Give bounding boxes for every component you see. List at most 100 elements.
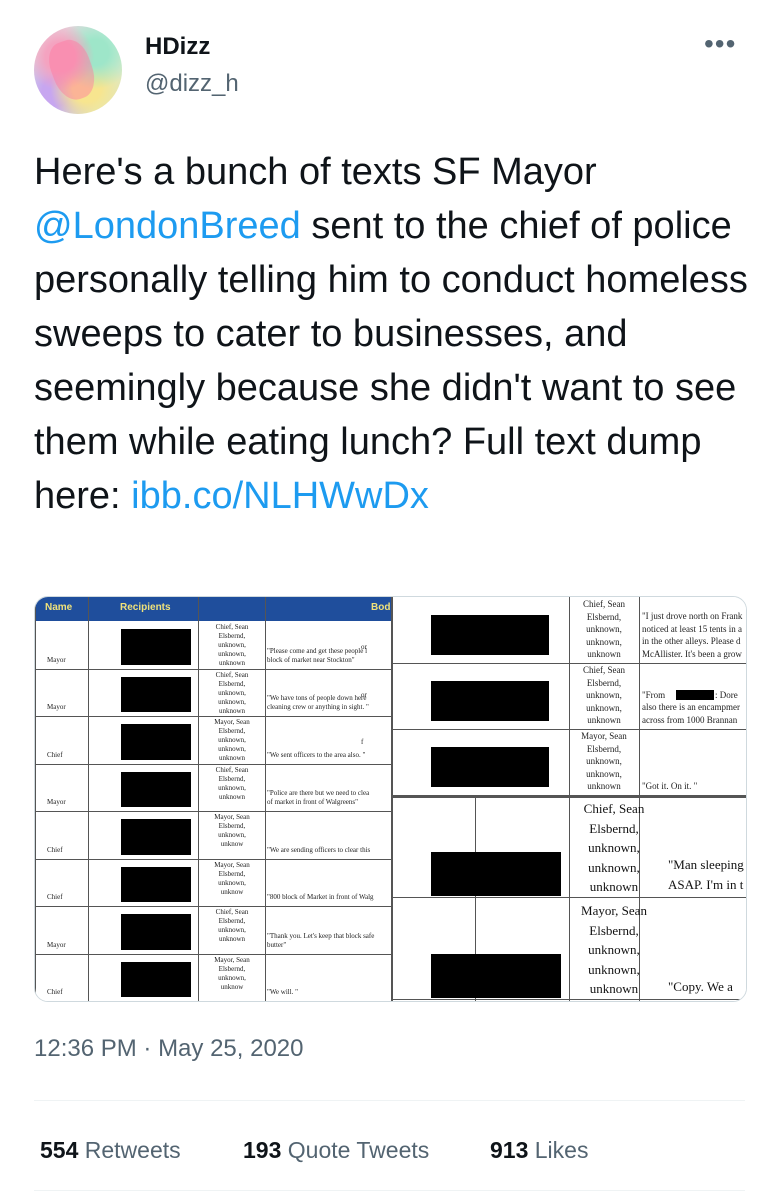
body-overflow-text: f (361, 738, 364, 746)
body-line: "Copy. We a (668, 978, 733, 994)
body-line: "Thank you. Let's keep that block safe (267, 931, 375, 940)
grid-hline (393, 663, 746, 664)
row-name: Chief (47, 988, 63, 996)
recipient-line: unknown (587, 649, 621, 659)
row-name: Mayor (47, 703, 66, 711)
body-line: also there is an encampmer (642, 702, 740, 712)
row-name: Mayor (47, 798, 66, 806)
body-line: "Man sleeping (668, 857, 744, 872)
grid-vline (265, 597, 266, 1001)
author-avatar[interactable] (34, 26, 122, 114)
recipient-line: unknown, (218, 641, 246, 649)
recipient-line: Mayor, Sean (214, 860, 250, 869)
recipient-line: unknown, (218, 926, 246, 934)
body-line: : Dore (715, 689, 738, 700)
recipient-line: unknown (218, 935, 246, 943)
grid-hline (35, 668, 391, 670)
recipient-line: unknown, (586, 636, 622, 647)
body-line: "Police are there but we need to clea (267, 789, 370, 797)
tweet-media-image[interactable]: Name Recipients Bod Mayor Chief, Sean Elsb… (34, 596, 747, 1002)
redaction-block (121, 866, 191, 902)
recipient-line: Elsbernd, (218, 917, 246, 925)
body-line: butter" (267, 940, 287, 949)
redaction-block (121, 961, 191, 997)
redaction-block (121, 724, 191, 760)
recipient-line: unknown (218, 706, 246, 715)
recipient-line: unknown, (588, 961, 640, 977)
body-line: "Please come and get these people l (267, 646, 368, 655)
redaction-block (431, 615, 549, 655)
quotes-count: 193 (243, 1137, 282, 1163)
recipient-line: Elsbernd, (218, 632, 246, 640)
recipient-line: Chief, Sean (215, 765, 249, 774)
author-display-name[interactable]: HDizz (145, 33, 210, 61)
tweet-date: May 25, 2020 (158, 1035, 304, 1062)
recipient-line: Mayor, Sean (214, 718, 250, 726)
grid-vline (88, 597, 89, 1001)
body-line: "Got it. On it. " (642, 780, 698, 791)
body-line: "I just drove north on Frank (642, 611, 743, 621)
more-options-icon[interactable]: ••• (704, 30, 736, 58)
grid-hline (35, 858, 391, 860)
recipient-line: Chief, Sean (215, 623, 249, 631)
recipient-line: unknow (220, 887, 244, 896)
retweets-stat[interactable]: 554 Retweets (40, 1137, 181, 1164)
redaction-block (431, 747, 549, 787)
external-link[interactable]: ibb.co/NLHWwDx (131, 475, 429, 517)
grid-hline (393, 897, 746, 898)
recipient-line: Chief, Sean (583, 801, 645, 816)
recipient-line: Elsbernd, (589, 820, 639, 836)
body-line: "We are sending officers to clear this (267, 845, 371, 854)
spreadsheet-left: Name Recipients Bod Mayor Chief, Sean Elsb… (35, 597, 391, 1001)
recipient-line: unknown (218, 659, 246, 667)
recipient-line: Chief, Sean (215, 670, 249, 679)
redaction-block (121, 629, 191, 665)
grid-hline (35, 906, 391, 907)
body-line: across from 1000 Brannan (642, 714, 738, 725)
recipient-line: unknown, (588, 840, 640, 855)
spreadsheet-right: Chief, Sean Elsbernd, unknown, unknown, unkn… (391, 597, 746, 1001)
timestamp-separator: · (136, 1035, 159, 1062)
recipient-line: unknown, (588, 942, 640, 957)
grid-hline (393, 729, 746, 730)
recipient-line: unknown, (586, 624, 622, 634)
row-name: Mayor (47, 655, 66, 664)
redaction-block (431, 681, 549, 721)
recipient-line: unknown, (586, 756, 622, 766)
recipient-line: Elsbernd, (218, 774, 246, 783)
recipient-line: Mayor, Sean (214, 813, 250, 821)
row-name: Mayor (47, 940, 66, 949)
recipient-line: unknown, (218, 878, 246, 887)
recipient-line: unknown (218, 754, 246, 762)
recipient-line: unknown, (218, 736, 246, 744)
recipient-line: unknown, (218, 745, 246, 753)
body-line: McAllister. It's been a grow (642, 648, 742, 659)
likes-stat[interactable]: 913 Likes (490, 1137, 588, 1164)
grid-hline (393, 796, 746, 798)
likes-count: 913 (490, 1137, 529, 1163)
recipient-line: unknown, (218, 688, 246, 697)
redaction-block (431, 954, 561, 998)
grid-hline (35, 763, 391, 765)
redaction-block (121, 914, 191, 950)
recipient-line: unknown, (218, 697, 246, 706)
quote-tweets-stat[interactable]: 193 Quote Tweets (243, 1137, 429, 1164)
mention-link[interactable]: @LondonBreed (34, 205, 301, 247)
recipient-line: Mayor, Sean (581, 903, 647, 918)
tweet-timestamp[interactable]: 12:36 PM · May 25, 2020 (34, 1035, 304, 1063)
author-handle[interactable]: @dizz_h (145, 70, 239, 98)
header-recipients: Recipients (120, 602, 171, 613)
recipient-line: unknown (218, 792, 246, 801)
body-overflow-text: or (361, 690, 367, 699)
recipient-line: Chief, Sean (215, 908, 249, 916)
redaction-block (121, 676, 191, 712)
grid-hline (35, 811, 391, 812)
divider-bottom (34, 1190, 745, 1191)
recipient-line: Elsbernd, (218, 679, 246, 688)
recipient-line: unknown, (218, 783, 246, 792)
body-overflow-text: or (361, 643, 367, 651)
tweet-text-start: Here's a bunch of texts SF Mayor (34, 151, 597, 193)
body-line: ASAP. I'm in t (668, 876, 744, 892)
tweet-time: 12:36 PM (34, 1035, 137, 1062)
retweets-count: 554 (40, 1137, 79, 1163)
